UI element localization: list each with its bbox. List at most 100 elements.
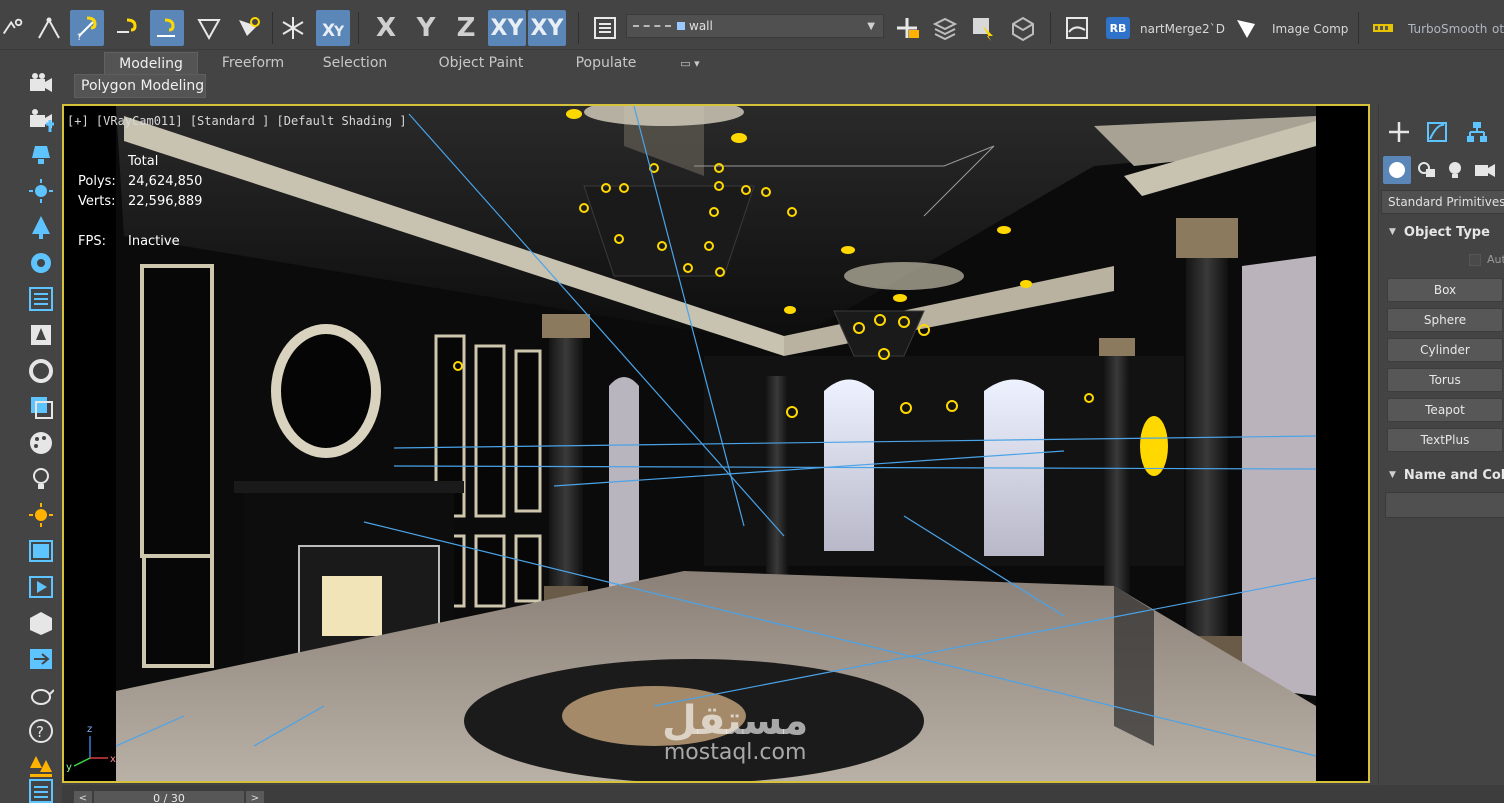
teapot-button[interactable]: Teapot (1387, 398, 1503, 422)
create-layer-icon[interactable] (890, 10, 924, 46)
layers-icon[interactable] (26, 392, 56, 422)
sphere-button[interactable]: Sphere (1387, 308, 1503, 332)
rendered-scene: z x y (64, 106, 1368, 781)
camera-icon[interactable] (26, 68, 56, 98)
tab-modeling[interactable]: Modeling (104, 52, 198, 74)
panel-icon[interactable] (26, 536, 56, 566)
cameras-icon[interactable] (1471, 156, 1499, 184)
material-icon[interactable] (26, 320, 56, 350)
axis-x-button[interactable]: X (370, 10, 402, 46)
textplus-button[interactable]: TextPlus (1387, 428, 1503, 452)
lights-icon[interactable] (1441, 156, 1469, 184)
palette-icon[interactable] (26, 428, 56, 458)
bake-icon[interactable] (26, 356, 56, 386)
turbosmooth-icon[interactable] (1366, 10, 1400, 46)
layer-manager-icon[interactable] (588, 10, 622, 46)
stats-header: Total (128, 154, 159, 169)
mostaql-watermark: مستقل mostaql.com (662, 698, 808, 765)
chevron-down-icon: ▼ (867, 20, 875, 32)
ribbon-tabs: Modeling Freeform Selection Object Paint… (70, 50, 1504, 74)
list-icon[interactable] (26, 284, 56, 314)
render-setup-icon[interactable] (1060, 10, 1094, 46)
layer-dropdown-value: wall (689, 19, 713, 33)
object-type-rollout[interactable]: ▼ Object Type (1381, 221, 1504, 243)
shapes-icon[interactable] (1413, 156, 1441, 184)
snowflake-icon[interactable] (276, 10, 310, 46)
turbosmooth-label[interactable]: TurboSmooth (1408, 22, 1487, 36)
teapot-icon[interactable] (26, 680, 56, 710)
bulb-icon[interactable] (26, 464, 56, 494)
time-next-button[interactable]: > (246, 791, 264, 803)
axis-y-button[interactable]: Y (410, 10, 442, 46)
sunlight-icon[interactable] (26, 500, 56, 530)
image-comp-icon[interactable] (1230, 10, 1264, 46)
viewport-label-menu[interactable]: [+] [VRayCam011] [Standard ] [Default Sh… (67, 114, 407, 128)
polygon-modeling-panel[interactable]: Polygon Modeling (74, 74, 206, 98)
add-to-layer-icon[interactable] (928, 10, 962, 46)
add-camera-icon[interactable] (26, 104, 56, 134)
svg-text:?: ? (36, 723, 44, 741)
layer-color-swatch (677, 22, 685, 30)
light-icon[interactable] (26, 140, 56, 170)
percent-snap-icon[interactable] (110, 10, 144, 46)
tab-object-paint[interactable]: Object Paint (426, 52, 536, 74)
axis-xy-button[interactable]: XY (488, 10, 526, 46)
layer-line-icon (633, 25, 671, 27)
snap-2d-icon[interactable] (0, 10, 26, 46)
snap-toggle-icon[interactable]: ? (70, 10, 104, 46)
smart-merge-label[interactable]: nartMerge2`D (1140, 22, 1225, 36)
edit-named-selection-icon[interactable] (232, 10, 266, 46)
layer-dropdown[interactable]: wall ▼ (626, 14, 884, 38)
image-comp-label[interactable]: Image Comp (1272, 22, 1348, 36)
select-layer-icon[interactable] (966, 10, 1000, 46)
object-name-field[interactable] (1385, 492, 1504, 518)
tab-selection[interactable]: Selection (310, 52, 400, 74)
command-panel: Standard Primitives ▼ Object Type Aut Bo… (1378, 104, 1504, 803)
modify-icon[interactable] (1423, 118, 1451, 146)
autogrid-checkbox[interactable] (1469, 254, 1481, 266)
axis-xy-cycle-button[interactable]: XY (528, 10, 566, 46)
gizmo-y-label: y (66, 762, 72, 773)
hierarchy-icon[interactable] (1463, 118, 1491, 146)
tab-populate[interactable]: Populate (566, 52, 646, 74)
geometry-icon[interactable] (1383, 156, 1411, 184)
rb-script-icon[interactable]: RB (1106, 17, 1130, 39)
sun-icon[interactable] (26, 176, 56, 206)
tab-freeform[interactable]: Freeform (202, 52, 304, 74)
freeze-layer-icon[interactable] (1006, 10, 1040, 46)
collapse-triangle-icon: ▼ (1389, 227, 1396, 237)
angle-snap-icon[interactable] (32, 10, 66, 46)
link-icon[interactable] (26, 644, 56, 674)
torus-button[interactable]: Torus (1387, 368, 1503, 392)
mirror-icon[interactable] (192, 10, 226, 46)
box-button[interactable]: Box (1387, 278, 1503, 302)
scene-explorer-icon[interactable] (26, 248, 56, 278)
time-slider: < 0 / 30 > (62, 785, 1504, 803)
time-prev-button[interactable]: < (74, 791, 92, 803)
fps-value: Inactive (128, 234, 180, 249)
help-icon[interactable]: ? (26, 716, 56, 746)
cylinder-button[interactable]: Cylinder (1387, 338, 1503, 362)
axis-z-button[interactable]: Z (450, 10, 482, 46)
camera-viewport[interactable]: z x y [+] [VRayCam011] [Standard ] [Defa… (62, 104, 1370, 783)
spinner-snap-icon[interactable] (150, 10, 184, 46)
menu-icon[interactable] (26, 776, 56, 803)
collapse-triangle-icon: ▼ (1389, 470, 1396, 480)
tree-icon[interactable] (26, 212, 56, 242)
watermark-arabic: مستقل (662, 698, 809, 744)
time-slider-thumb[interactable]: 0 / 30 (94, 791, 244, 803)
verts-value: 22,596,889 (128, 194, 203, 209)
create-icon[interactable] (1385, 118, 1413, 146)
display-menu-icon[interactable]: ▭ ▾ (670, 52, 710, 74)
name-color-rollout[interactable]: ▼ Name and Color (1381, 464, 1504, 486)
turbosmooth-suffix: ot (1492, 22, 1504, 36)
category-dropdown[interactable]: Standard Primitives (1381, 190, 1504, 214)
polys-value: 24,624,850 (128, 174, 203, 189)
max-app-window: ? XY X Y Z XY XY wall ▼ RB nartMerge2`D … (0, 0, 1504, 803)
constrain-xy-icon[interactable]: XY (316, 10, 350, 46)
media-icon[interactable] (26, 572, 56, 602)
name-color-title: Name and Color (1403, 467, 1504, 483)
svg-text:?: ? (77, 33, 82, 42)
verts-label: Verts: (78, 194, 116, 209)
cube-icon[interactable] (26, 608, 56, 638)
